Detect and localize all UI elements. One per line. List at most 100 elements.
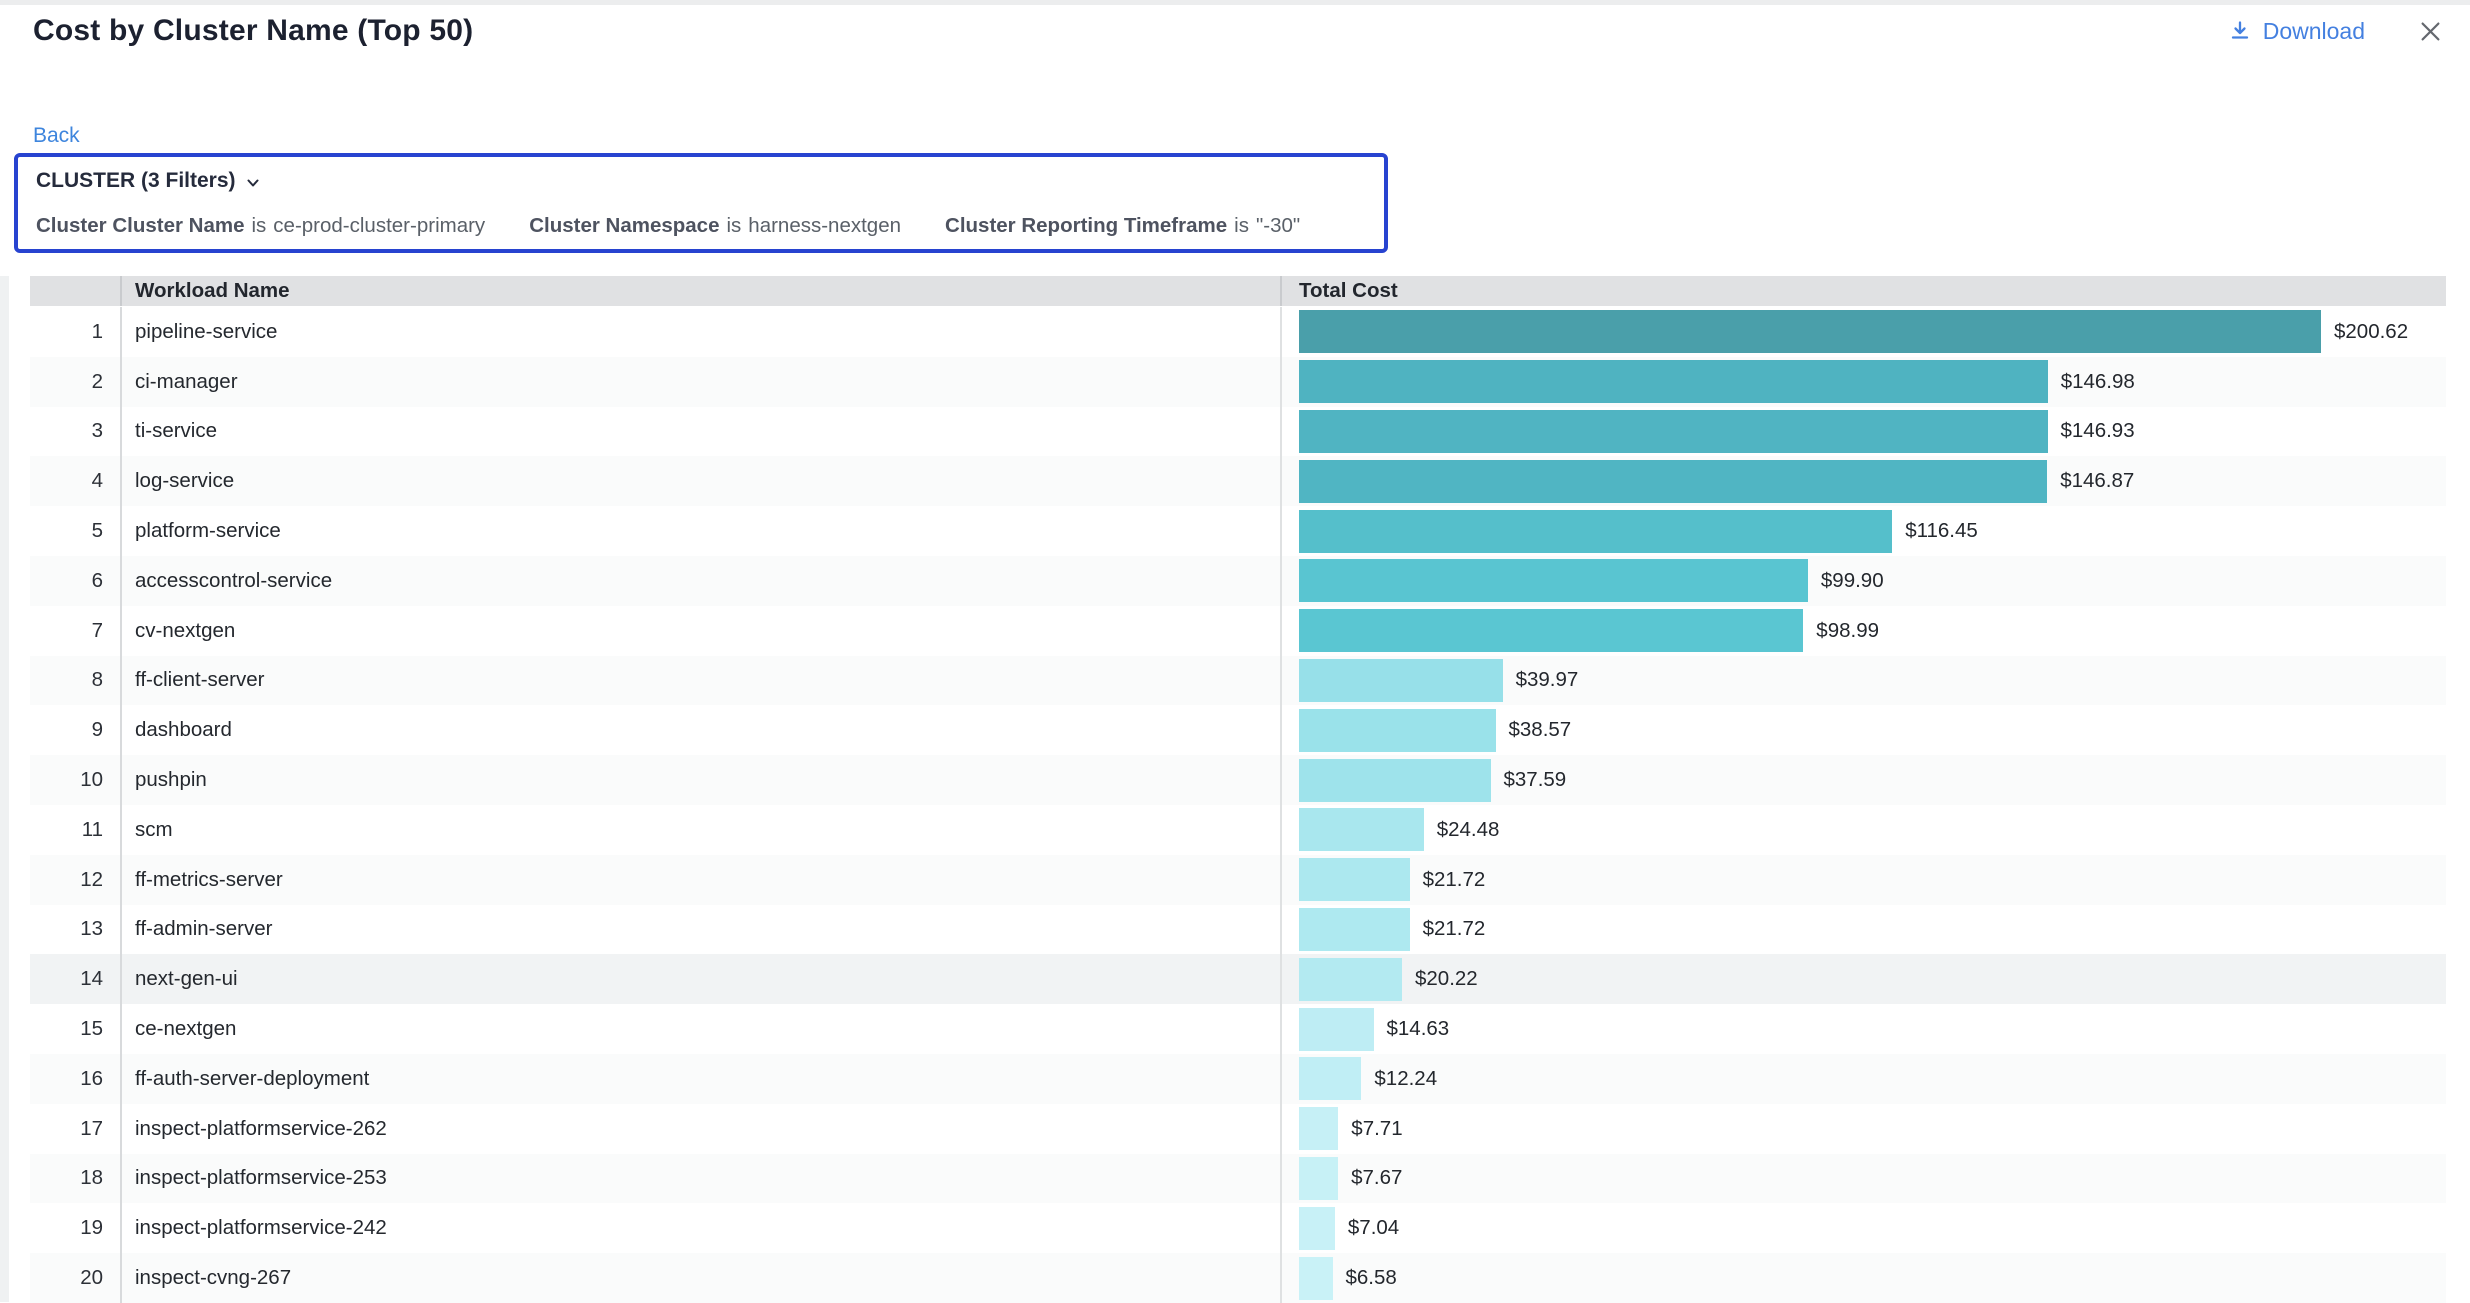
cost-value: $12.24 xyxy=(1374,1067,1437,1091)
header-actions: Download xyxy=(2228,18,2444,45)
table-row: 8 ff-client-server $39.97 xyxy=(30,656,2446,706)
filter-conditions: Cluster Cluster Name is ce-prod-cluster-… xyxy=(36,214,1366,238)
total-cost-cell: $14.63 xyxy=(1280,1004,2446,1054)
cost-bar xyxy=(1299,759,1491,802)
total-cost-cell: $39.97 xyxy=(1280,656,2446,706)
total-cost-cell: $7.04 xyxy=(1280,1203,2446,1253)
table-row: 18 inspect-platformservice-253 $7.67 xyxy=(30,1154,2446,1204)
cost-bar xyxy=(1299,360,2048,403)
workload-name: inspect-platformservice-253 xyxy=(120,1154,1280,1204)
workload-name: ff-client-server xyxy=(120,656,1280,706)
cost-value: $99.90 xyxy=(1821,569,1884,593)
row-rank: 13 xyxy=(30,905,120,955)
total-cost-cell: $7.67 xyxy=(1280,1154,2446,1204)
close-icon xyxy=(2417,18,2444,45)
cost-value: $98.99 xyxy=(1816,619,1879,643)
cost-value: $24.48 xyxy=(1437,818,1500,842)
cost-bar xyxy=(1299,908,1410,951)
cost-value: $21.72 xyxy=(1423,917,1486,941)
cost-bar xyxy=(1299,709,1496,752)
total-cost-cell: $37.59 xyxy=(1280,755,2446,805)
cost-value: $38.57 xyxy=(1509,718,1572,742)
cost-bar xyxy=(1299,1008,1374,1051)
cost-value: $116.45 xyxy=(1905,519,1978,543)
cost-bar xyxy=(1299,1057,1361,1100)
cost-bar xyxy=(1299,609,1803,652)
row-rank: 20 xyxy=(30,1253,120,1303)
table-row: 14 next-gen-ui $20.22 xyxy=(30,954,2446,1004)
table-row: 11 scm $24.48 xyxy=(30,805,2446,855)
cost-value: $20.22 xyxy=(1415,967,1478,991)
filter-operator: is xyxy=(726,214,741,238)
table-row: 2 ci-manager $146.98 xyxy=(30,357,2446,407)
filter-field: Cluster Namespace xyxy=(529,214,719,238)
table-row: 16 ff-auth-server-deployment $12.24 xyxy=(30,1054,2446,1104)
total-cost-cell: $200.62 xyxy=(1280,307,2446,357)
workload-name: ce-nextgen xyxy=(120,1004,1280,1054)
total-cost-cell: $21.72 xyxy=(1280,905,2446,955)
workload-name: cv-nextgen xyxy=(120,606,1280,656)
total-cost-cell: $98.99 xyxy=(1280,606,2446,656)
total-cost-cell: $24.48 xyxy=(1280,805,2446,855)
row-rank: 9 xyxy=(30,705,120,755)
cost-value: $146.93 xyxy=(2061,419,2135,443)
cost-bar xyxy=(1299,659,1503,702)
download-icon xyxy=(2228,19,2252,43)
row-rank: 11 xyxy=(30,805,120,855)
cost-bar xyxy=(1299,510,1892,553)
row-rank: 10 xyxy=(30,755,120,805)
row-rank: 16 xyxy=(30,1054,120,1104)
cost-value: $146.87 xyxy=(2060,469,2134,493)
workload-name: ff-auth-server-deployment xyxy=(120,1054,1280,1104)
table-row: 20 inspect-cvng-267 $6.58 xyxy=(30,1253,2446,1303)
filter-condition-cluster-name[interactable]: Cluster Cluster Name is ce-prod-cluster-… xyxy=(36,214,485,238)
row-rank: 14 xyxy=(30,954,120,1004)
workload-name-column-header: Workload Name xyxy=(120,276,1280,306)
table-row: 13 ff-admin-server $21.72 xyxy=(30,905,2446,955)
filter-field: Cluster Reporting Timeframe xyxy=(945,214,1227,238)
workload-name: platform-service xyxy=(120,506,1280,556)
table-body: 1 pipeline-service $200.62 2 ci-manager … xyxy=(30,307,2446,1303)
total-cost-cell: $38.57 xyxy=(1280,705,2446,755)
filter-value: "-30" xyxy=(1256,214,1300,238)
cost-bar xyxy=(1299,1207,1335,1250)
cost-bar xyxy=(1299,1107,1338,1150)
workload-name: log-service xyxy=(120,456,1280,506)
table-row: 12 ff-metrics-server $21.72 xyxy=(30,855,2446,905)
cost-bar xyxy=(1299,310,2321,353)
download-button[interactable]: Download xyxy=(2228,18,2365,45)
cost-value: $7.71 xyxy=(1351,1117,1402,1141)
workload-name: ti-service xyxy=(120,407,1280,457)
workload-name: inspect-platformservice-262 xyxy=(120,1104,1280,1154)
filter-operator: is xyxy=(251,214,266,238)
total-cost-cell: $21.72 xyxy=(1280,855,2446,905)
row-rank: 7 xyxy=(30,606,120,656)
filter-group-toggle[interactable]: CLUSTER (3 Filters) xyxy=(36,169,1366,193)
filter-value: ce-prod-cluster-primary xyxy=(273,214,485,238)
row-rank: 3 xyxy=(30,407,120,457)
table-row: 17 inspect-platformservice-262 $7.71 xyxy=(30,1104,2446,1154)
workload-name: scm xyxy=(120,805,1280,855)
filter-condition-reporting-timeframe[interactable]: Cluster Reporting Timeframe is "-30" xyxy=(945,214,1300,238)
cost-value: $7.67 xyxy=(1351,1166,1402,1190)
total-cost-cell: $146.93 xyxy=(1280,407,2446,457)
row-rank: 6 xyxy=(30,556,120,606)
page-header: Cost by Cluster Name (Top 50) Download xyxy=(33,14,2444,48)
cost-bar xyxy=(1299,858,1410,901)
filter-condition-namespace[interactable]: Cluster Namespace is harness-nextgen xyxy=(529,214,901,238)
table-row: 5 platform-service $116.45 xyxy=(30,506,2446,556)
table-row: 10 pushpin $37.59 xyxy=(30,755,2446,805)
table-row: 4 log-service $146.87 xyxy=(30,456,2446,506)
back-link[interactable]: Back xyxy=(33,124,80,148)
panel-left-edge xyxy=(0,276,9,1302)
chevron-down-icon xyxy=(245,175,261,191)
close-button[interactable] xyxy=(2417,18,2444,45)
cost-value: $6.58 xyxy=(1346,1266,1397,1290)
row-rank: 15 xyxy=(30,1004,120,1054)
cost-value: $21.72 xyxy=(1423,868,1486,892)
filter-value: harness-nextgen xyxy=(748,214,901,238)
row-rank: 19 xyxy=(30,1203,120,1253)
workload-name: pushpin xyxy=(120,755,1280,805)
workload-name: ff-metrics-server xyxy=(120,855,1280,905)
total-cost-cell: $146.87 xyxy=(1280,456,2446,506)
